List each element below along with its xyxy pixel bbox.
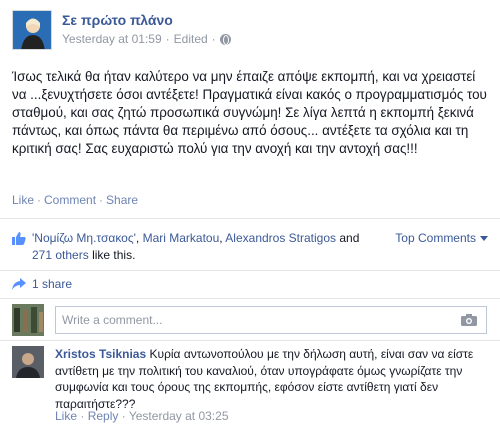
comment-link[interactable]: Comment [44,193,96,207]
like-link[interactable]: Like [12,193,34,207]
share-link[interactable]: Share [106,193,138,207]
post-author[interactable]: Σε πρώτο πλάνο [62,12,173,28]
page-avatar[interactable] [12,10,52,50]
globe-icon[interactable] [219,33,231,45]
comment-author[interactable]: Xristos Tsiknias [55,347,146,361]
action-separator: · [80,409,88,423]
meta-separator: · [211,32,216,46]
comment-body: Xristos Tsiknias Κυρία αντωνοπούλου με τ… [55,346,487,412]
top-comments-dropdown[interactable]: Top Comments [395,231,488,245]
comment-actions: Like · Reply · Yesterday at 03:25 [55,409,229,423]
comment-item: Xristos Tsiknias Κυρία αντωνοπούλου με τ… [0,340,500,425]
post-actions: Like · Comment · Share [12,193,138,207]
post-meta: Yesterday at 01:59 · Edited · [62,32,231,46]
comment-reply-link[interactable]: Reply [88,409,119,423]
action-separator: · [99,193,104,207]
comment-time[interactable]: Yesterday at 03:25 [129,409,229,423]
meta-separator: · [165,32,170,46]
my-avatar[interactable] [12,304,44,336]
action-separator: · [37,193,42,207]
commenter-avatar[interactable] [12,346,44,378]
likes-and: and [339,231,360,245]
likes-others-link[interactable]: 271 others [32,248,89,262]
caret-down-icon [480,235,488,241]
share-icon [12,278,26,290]
edited-label[interactable]: Edited [174,32,208,46]
post-header: Σε πρώτο πλάνο Yesterday at 01:59 · Edit… [12,10,492,54]
facebook-post-card: Σε πρώτο πλάνο Yesterday at 01:59 · Edit… [0,0,500,425]
post-text: Ίσως τελικά θα ήταν καλύτερο να μην έπαι… [12,69,487,156]
camera-icon[interactable] [461,314,477,326]
liker-name[interactable]: Alexandros Stratigos [225,231,336,245]
likes-row: 'Νομίζω Μη.τσακος', Mari Markatou, Alexa… [0,218,500,266]
liker-name[interactable]: 'Νομίζω Μη.τσακος' [32,231,136,245]
liker-name[interactable]: Mari Markatou [143,231,220,245]
likes-suffix: like this. [92,248,136,262]
comment-like-link[interactable]: Like [55,409,77,423]
post-time[interactable]: Yesterday at 01:59 [62,32,162,46]
write-comment-row [0,298,500,338]
like-thumb-icon [12,232,26,245]
likes-summary: 'Νομίζω Μη.τσακος', Mari Markatou, Alexa… [32,231,360,262]
action-separator: · [121,409,129,423]
shares-count[interactable]: 1 share [32,277,72,291]
comment-input[interactable] [55,306,487,334]
shares-row: 1 share [0,270,500,296]
top-comments-label: Top Comments [395,231,476,245]
